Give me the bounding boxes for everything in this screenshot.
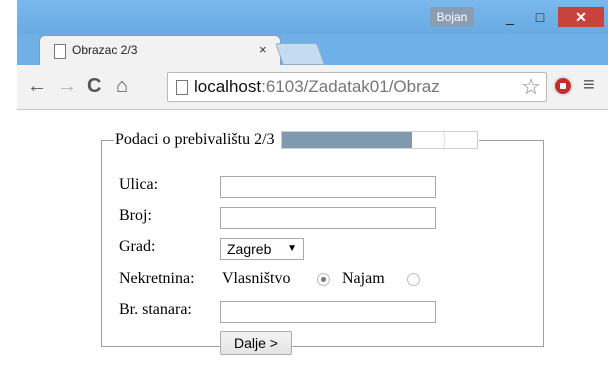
vlasnistvo-radio[interactable] <box>317 273 330 286</box>
maximize-button[interactable]: □ <box>527 7 553 27</box>
browser-window: Bojan _ □ ✕ Obrazac 2/3 × ← → C ⌂ localh… <box>17 0 608 371</box>
menu-icon[interactable]: ≡ <box>583 74 595 97</box>
home-icon[interactable]: ⌂ <box>116 75 128 98</box>
stop-sign-icon[interactable] <box>553 76 573 96</box>
dropdown-arrow-icon: ▼ <box>287 243 297 254</box>
broj-label: Broj: <box>119 207 152 224</box>
close-window-button[interactable]: ✕ <box>558 7 604 27</box>
stanara-label: Br. stanara: <box>119 301 192 318</box>
address-bar[interactable]: localhost:6103/Zadatak01/Obraz ☆ <box>167 72 547 102</box>
grad-label: Grad: <box>119 238 156 255</box>
stanara-input[interactable] <box>220 301 436 323</box>
grad-select[interactable]: Zagreb ▼ <box>220 238 304 260</box>
grad-selected-value: Zagreb <box>227 241 272 257</box>
progress-bar <box>280 131 478 149</box>
form-legend: Podaci o prebivalištu 2/3 <box>114 131 479 149</box>
title-bar: Bojan _ □ ✕ <box>17 0 608 34</box>
profile-badge[interactable]: Bojan <box>430 7 474 27</box>
broj-input[interactable] <box>220 207 436 229</box>
progress-fill <box>281 132 413 148</box>
tab-obrazac[interactable]: Obrazac 2/3 × <box>39 35 281 66</box>
tab-close-icon[interactable]: × <box>259 42 267 57</box>
url-text[interactable]: localhost:6103/Zadatak01/Obraz <box>194 77 440 97</box>
najam-label: Najam <box>342 270 385 287</box>
minimize-button[interactable]: _ <box>497 7 523 27</box>
najam-radio[interactable] <box>407 273 420 286</box>
page-content: Podaci o prebivalištu 2/3 Ulica: Broj: G… <box>17 110 608 371</box>
vlasnistvo-label: Vlasništvo <box>222 270 291 287</box>
new-tab-button[interactable] <box>274 43 326 65</box>
dalje-button[interactable]: Dalje > <box>220 331 292 355</box>
nekretnina-label: Nekretnina: <box>119 270 195 287</box>
browser-toolbar: ← → C ⌂ localhost:6103/Zadatak01/Obraz ☆… <box>17 65 608 110</box>
progress-segment-divider <box>444 132 446 148</box>
bookmark-star-icon[interactable]: ☆ <box>518 74 544 100</box>
url-path: :6103/Zadatak01/Obraz <box>261 77 440 96</box>
ulica-label: Ulica: <box>119 176 159 193</box>
back-arrow-icon[interactable]: ← <box>27 75 47 98</box>
reload-icon[interactable]: C <box>87 75 101 98</box>
page-icon <box>176 80 188 95</box>
residence-fieldset: Podaci o prebivalištu 2/3 Ulica: Broj: G… <box>101 131 544 355</box>
legend-text: Podaci o prebivalištu 2/3 <box>115 131 275 148</box>
ulica-input[interactable] <box>220 176 436 198</box>
forward-arrow-icon[interactable]: → <box>57 75 77 98</box>
tab-title: Obrazac 2/3 <box>72 43 138 57</box>
page-icon <box>54 44 66 59</box>
url-host: localhost <box>194 77 262 96</box>
